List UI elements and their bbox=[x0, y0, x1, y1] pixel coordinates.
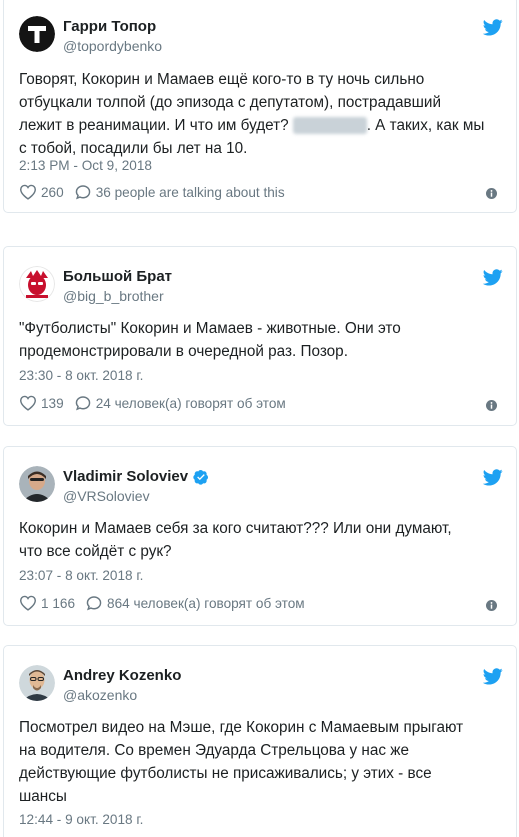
avatar[interactable] bbox=[19, 466, 55, 502]
tweet-text-line: Посмотрел видео на Мэше, где Кокорин с М… bbox=[19, 719, 464, 736]
tweet-actions: 260 36 people are talking about this bbox=[19, 184, 285, 200]
like-button[interactable]: 139 bbox=[19, 395, 64, 411]
heart-icon bbox=[19, 184, 37, 200]
tweet-text-segment: лежит в реанимации. И что им будет? bbox=[19, 117, 289, 134]
avatar[interactable] bbox=[19, 16, 55, 52]
author-name[interactable]: Andrey Kozenko bbox=[63, 667, 181, 684]
tweet-card: Andrey Kozenko @akozenko Посмотрел видео… bbox=[3, 645, 517, 837]
tweet-text-line: отбуцкали толпой (до эпизода с депутатом… bbox=[19, 94, 441, 111]
tweet-text-line: действующие футболисты не присаживались;… bbox=[19, 765, 432, 782]
tweet-timestamp[interactable]: 23:30 - 8 окт. 2018 г. bbox=[19, 368, 143, 383]
tweet-actions: 139 24 человек(а) говорят об этом bbox=[19, 395, 286, 411]
tweet-text-line: лежит в реанимации. И что им будет? 000-… bbox=[19, 114, 489, 137]
author-name[interactable]: Большой Брат bbox=[63, 268, 172, 285]
like-count: 260 bbox=[41, 184, 64, 200]
tweet-text: Говорят, Кокорин и Мамаев ещё кого-то в … bbox=[19, 68, 489, 160]
tweet-card: Большой Брат @big_b_brother "Футболисты"… bbox=[3, 246, 517, 426]
tweet-timestamp[interactable]: 2:13 PM - Oct 9, 2018 bbox=[19, 158, 152, 173]
conversation-link[interactable]: 864 человек(а) говорят об этом bbox=[85, 595, 305, 611]
tweet-text-line: "Футболисты" Кокорин и Мамаев - животные… bbox=[19, 320, 401, 337]
talking-count: 864 человек(а) говорят об этом bbox=[107, 595, 305, 611]
tweet-text-line: с тобой, посадили бы лет на 10. bbox=[19, 140, 248, 157]
like-button[interactable]: 1 166 bbox=[19, 595, 75, 611]
author-name-text: Гарри Топор bbox=[63, 18, 157, 35]
tweet-timestamp[interactable]: 23:07 - 8 окт. 2018 г. bbox=[19, 568, 143, 583]
conversation-link[interactable]: 36 people are talking about this bbox=[74, 184, 285, 200]
author-handle[interactable]: @topordybenko bbox=[63, 38, 162, 54]
tweet-text: "Футболисты" Кокорин и Мамаев - животные… bbox=[19, 317, 489, 363]
redacted-phone: 000-00-00 bbox=[292, 117, 367, 134]
talking-count: 24 человек(а) говорят об этом bbox=[95, 395, 286, 411]
tweet-actions: 1 166 864 человек(а) говорят об этом bbox=[19, 595, 305, 611]
info-icon[interactable] bbox=[486, 600, 497, 611]
author-name[interactable]: Гарри Топор bbox=[63, 18, 156, 35]
verified-badge-icon bbox=[193, 469, 209, 485]
author-name-text: Большой Брат bbox=[63, 268, 173, 285]
author-handle[interactable]: @akozenko bbox=[63, 687, 137, 703]
info-icon[interactable] bbox=[486, 188, 497, 199]
info-icon[interactable] bbox=[486, 400, 497, 411]
conversation-link[interactable]: 24 человек(а) говорят об этом bbox=[74, 395, 286, 411]
author-name-text: Vladimir Soloviev bbox=[63, 468, 189, 485]
tweet-text-segment: . А таких, как мы bbox=[366, 117, 485, 134]
tweet-text: Посмотрел видео на Мэше, где Кокорин с М… bbox=[19, 716, 489, 808]
tweet-text-line: шансы bbox=[19, 788, 67, 805]
tweet-text-line: Кокорин и Мамаев себя за кого считают???… bbox=[19, 520, 452, 537]
speech-bubble-icon bbox=[75, 185, 90, 200]
tweet-text-line: что все сойдёт с рук? bbox=[19, 543, 172, 560]
twitter-bird-icon[interactable] bbox=[483, 19, 503, 36]
avatar[interactable] bbox=[19, 266, 55, 302]
like-count: 1 166 bbox=[41, 595, 76, 611]
twitter-bird-icon[interactable] bbox=[483, 269, 503, 286]
author-name-text: Andrey Kozenko bbox=[63, 667, 182, 684]
tweet-card: Гарри Топор @topordybenko Говорят, Кокор… bbox=[3, 0, 517, 213]
twitter-bird-icon[interactable] bbox=[483, 668, 503, 685]
tweet-card: Vladimir Soloviev @VRSoloviev Кокорин и … bbox=[3, 446, 517, 626]
tweet-text: Кокорин и Мамаев себя за кого считают???… bbox=[19, 517, 489, 563]
speech-bubble-icon bbox=[75, 396, 90, 411]
author-handle[interactable]: @VRSoloviev bbox=[63, 488, 150, 504]
twitter-bird-icon[interactable] bbox=[483, 469, 503, 486]
heart-icon bbox=[19, 395, 37, 411]
avatar[interactable] bbox=[19, 665, 55, 701]
tweet-text-line: Говорят, Кокорин и Мамаев ещё кого-то в … bbox=[19, 71, 425, 88]
tweet-text-line: продемонстрировали в очередной раз. Позо… bbox=[19, 343, 348, 360]
author-handle[interactable]: @big_b_brother bbox=[63, 288, 164, 304]
tweet-timestamp[interactable]: 12:44 - 9 окт. 2018 г. bbox=[19, 812, 143, 827]
tweet-text-line: на водителя. Со времен Эдуарда Стрельцов… bbox=[19, 742, 410, 759]
like-count: 139 bbox=[41, 395, 64, 411]
like-button[interactable]: 260 bbox=[19, 184, 64, 200]
heart-icon bbox=[19, 595, 37, 611]
author-name[interactable]: Vladimir Soloviev bbox=[63, 468, 209, 485]
speech-bubble-icon bbox=[86, 596, 102, 611]
talking-count: 36 people are talking about this bbox=[95, 184, 285, 200]
